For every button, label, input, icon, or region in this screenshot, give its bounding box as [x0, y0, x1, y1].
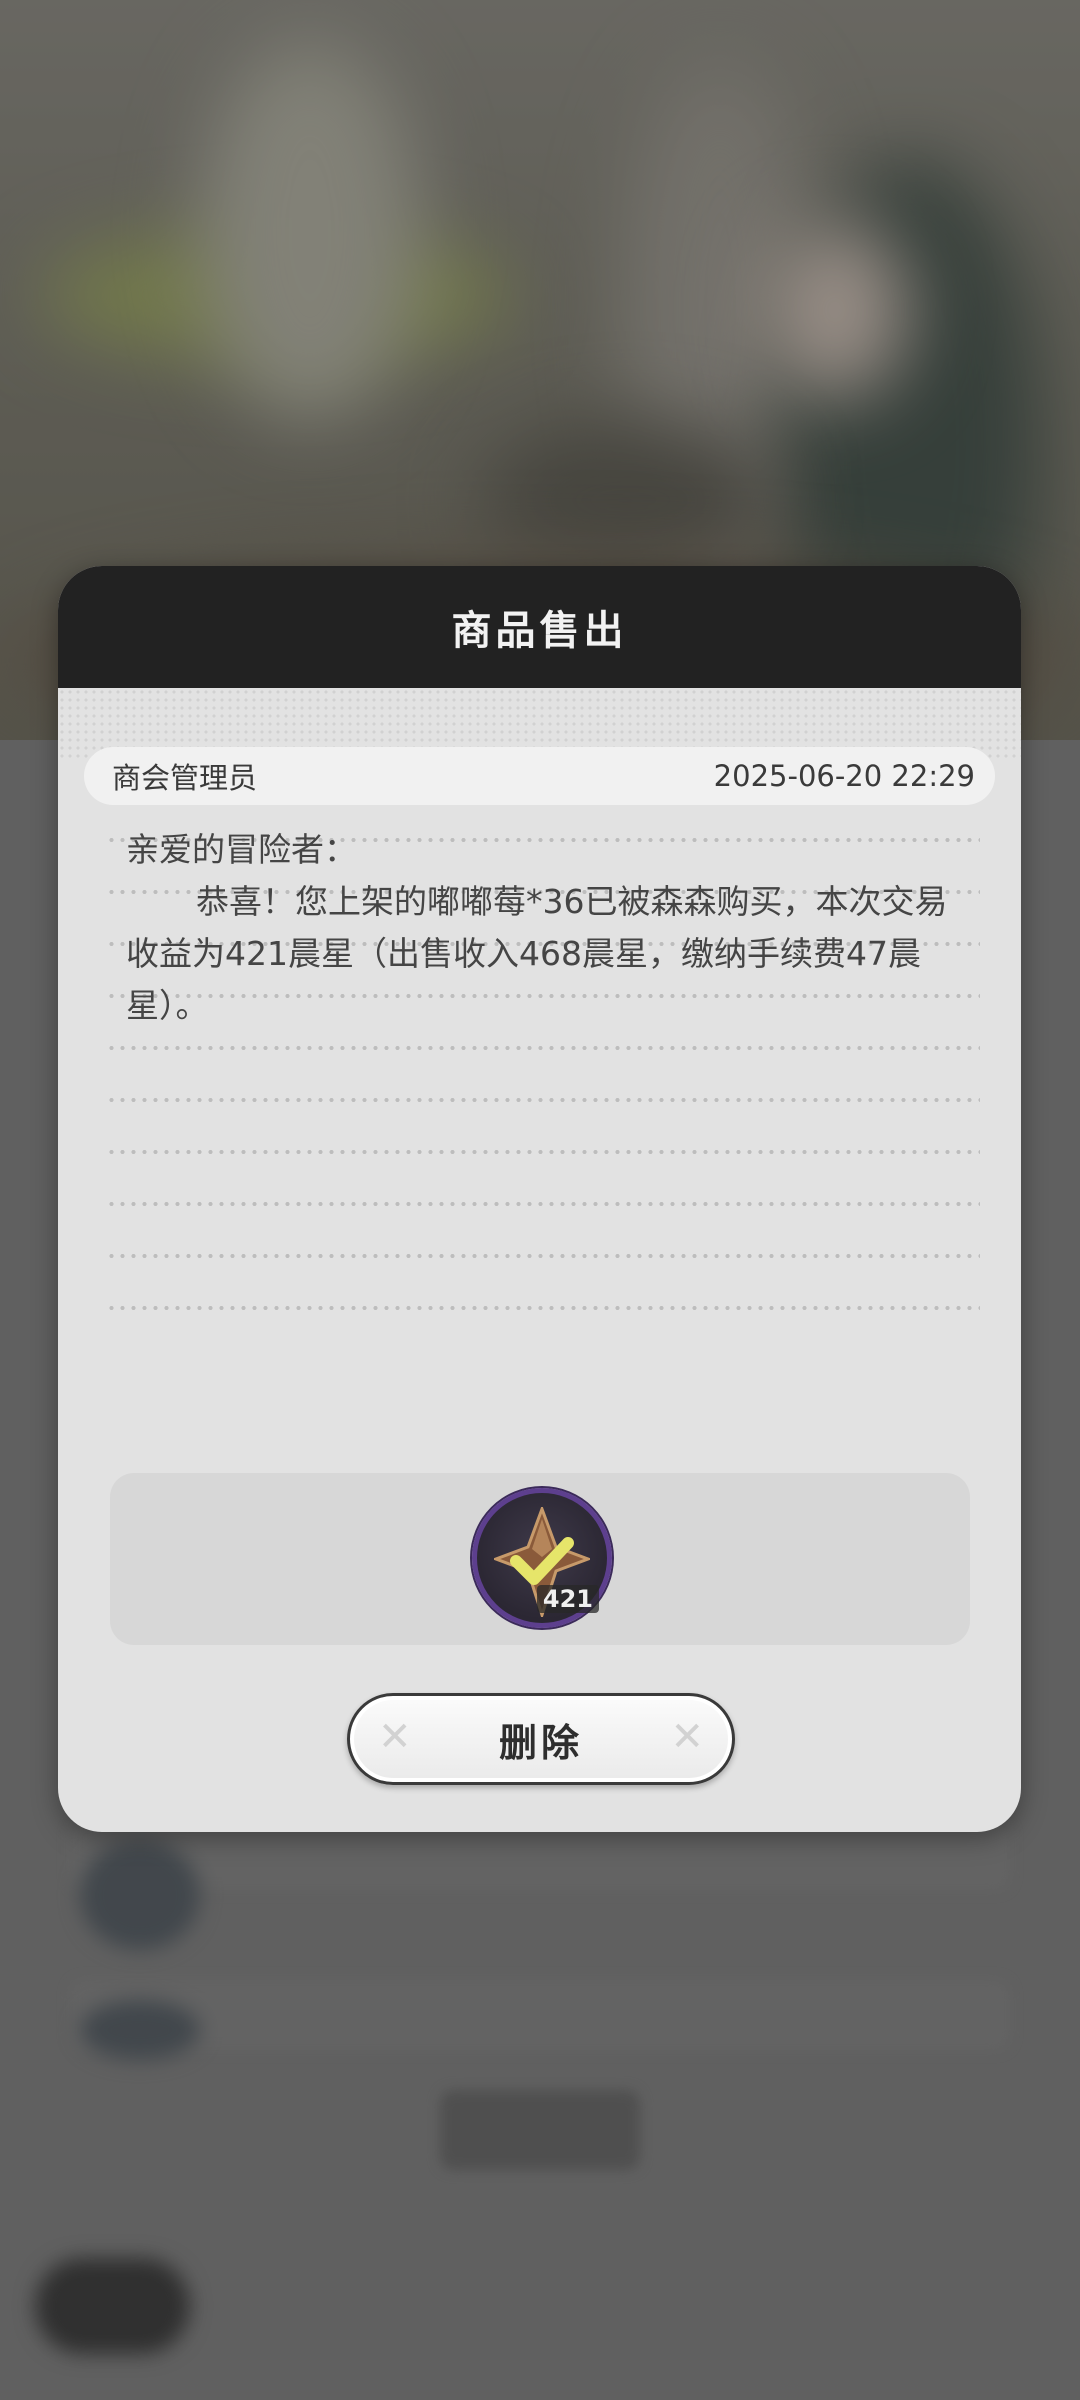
mail-message: 恭喜！您上架的嘟嘟莓*36已被森森购买，本次交易收益为421晨星（出售收入468…: [126, 882, 948, 1025]
delete-button-label: 删除: [498, 1720, 583, 1765]
reward-count: 421: [536, 1585, 599, 1613]
button-decoration-icon: ✕: [670, 1714, 704, 1760]
dialog-header: 商品售出: [58, 566, 1021, 688]
mail-dialog: 商品售出 商会管理员 2025-06-20 22:29 亲爱的冒险者： 恭喜！您…: [58, 566, 1021, 1832]
reward-item[interactable]: 421: [472, 1488, 612, 1628]
mail-greeting: 亲爱的冒险者：: [126, 830, 357, 869]
button-decoration-icon: ✕: [378, 1714, 412, 1760]
delete-button[interactable]: ✕ 删除 ✕: [347, 1693, 735, 1785]
mail-body: 亲爱的冒险者： 恭喜！您上架的嘟嘟莓*36已被森森购买，本次交易收益为421晨星…: [106, 824, 980, 1344]
sender-name: 商会管理员: [112, 761, 258, 795]
dialog-title: 商品售出: [451, 608, 628, 654]
sender-bar: 商会管理员 2025-06-20 22:29: [84, 747, 995, 805]
mail-timestamp: 2025-06-20 22:29: [713, 759, 975, 793]
